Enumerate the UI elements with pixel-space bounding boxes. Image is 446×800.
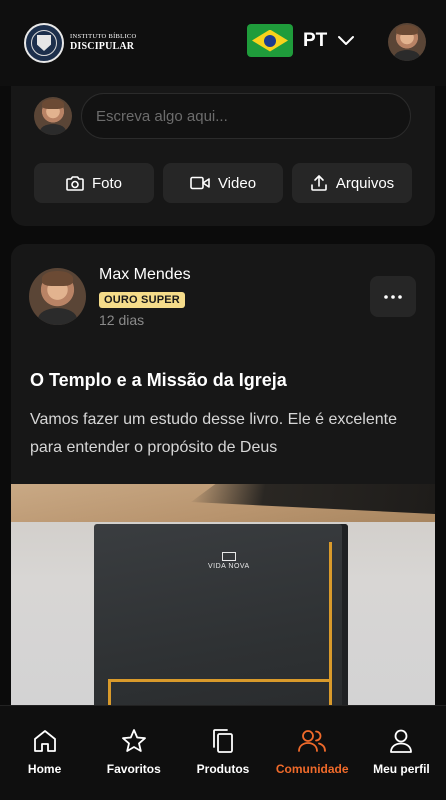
nav-products-label: Produtos	[196, 762, 250, 776]
home-icon	[33, 730, 56, 752]
logo-line-1: INSTITUTO BÍBLICO	[70, 33, 137, 41]
post-time: 12 dias	[99, 312, 145, 328]
video-button-label: Video	[217, 174, 257, 192]
profile-avatar[interactable]	[388, 23, 426, 61]
publisher-name: VIDA NOVA	[208, 563, 250, 570]
post-composer: Escreva algo aqui... Foto Video Arquivos	[11, 86, 435, 226]
files-button[interactable]: Arquivos	[292, 163, 412, 203]
chevron-down-icon	[338, 35, 355, 45]
nav-home[interactable]: Home	[0, 706, 89, 800]
post-card: Max Mendes OURO SUPER 12 dias O Templo e…	[11, 244, 435, 724]
seal-icon	[24, 23, 64, 63]
author-name[interactable]: Max Mendes	[99, 266, 191, 284]
nav-products[interactable]: Produtos	[178, 706, 267, 800]
photo-button[interactable]: Foto	[34, 163, 154, 203]
language-selector[interactable]: PT	[247, 24, 355, 57]
composer-placeholder: Escreva algo aqui...	[96, 107, 228, 125]
more-dots-icon	[384, 294, 402, 299]
camera-icon	[66, 176, 84, 191]
nav-home-label: Home	[27, 762, 62, 776]
files-button-label: Arquivos	[335, 174, 395, 192]
nav-profile[interactable]: Meu perfil	[357, 706, 446, 800]
book-cover: VIDA NOVA	[94, 524, 348, 724]
post-body: Vamos fazer um estudo desse livro. Ele é…	[30, 411, 397, 456]
logo-line-2: DISCIPULAR	[70, 40, 135, 52]
users-icon	[298, 730, 327, 752]
nav-favorites[interactable]: Favoritos	[89, 706, 178, 800]
author-badge: OURO SUPER	[99, 292, 185, 308]
composer-avatar	[34, 97, 72, 135]
nav-community-label: Comunidade	[275, 762, 349, 776]
copy-icon	[213, 729, 233, 753]
nav-community[interactable]: Comunidade	[268, 706, 357, 800]
user-icon	[390, 729, 413, 753]
institute-logo[interactable]: INSTITUTO BÍBLICO DISCIPULAR	[24, 23, 137, 63]
post-title: O Templo e a Missão da Igreja	[30, 370, 287, 390]
author-avatar[interactable]	[29, 268, 86, 325]
composer-input[interactable]: Escreva algo aqui...	[81, 93, 411, 139]
bottom-navigation: Home Favoritos Produtos Comunidade Meu p…	[0, 705, 446, 800]
photo-button-label: Foto	[91, 174, 122, 192]
post-image[interactable]: VIDA NOVA	[11, 484, 435, 724]
nav-profile-label: Meu perfil	[373, 762, 430, 776]
upload-icon	[311, 175, 327, 191]
language-code: PT	[303, 29, 328, 51]
more-options-button[interactable]	[370, 276, 416, 317]
brazil-flag-icon	[247, 24, 293, 57]
video-button[interactable]: Video	[163, 163, 283, 203]
nav-favorites-label: Favoritos	[106, 762, 161, 776]
publisher-logo: VIDA NOVA	[208, 552, 250, 570]
app-header: INSTITUTO BÍBLICO DISCIPULAR PT	[0, 0, 446, 86]
video-camera-icon	[190, 176, 210, 190]
star-icon	[121, 729, 146, 752]
